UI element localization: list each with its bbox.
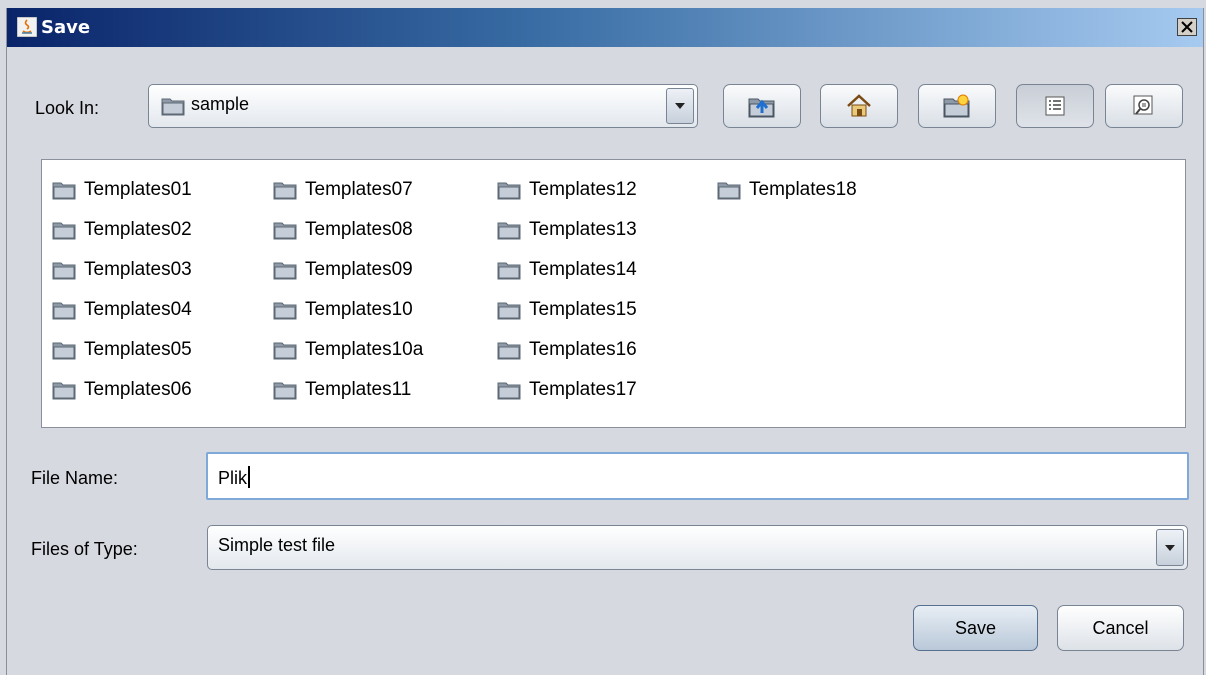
new-folder-icon — [943, 94, 970, 118]
folder-item[interactable]: Templates02 — [52, 210, 192, 250]
folder-item[interactable]: Templates15 — [497, 290, 637, 330]
close-icon — [1181, 21, 1193, 33]
folder-item[interactable]: Templates05 — [52, 330, 192, 370]
folder-item[interactable]: Templates03 — [52, 250, 192, 290]
folder-name: Templates18 — [749, 179, 857, 200]
folder-icon — [273, 302, 297, 320]
look-in-combo[interactable]: sample — [148, 84, 698, 128]
folder-name: Templates09 — [305, 259, 413, 280]
folder-name: Templates10a — [305, 339, 424, 360]
file-name-value: Plik — [218, 468, 248, 488]
folder-icon — [497, 182, 521, 200]
new-folder-button[interactable] — [918, 84, 996, 128]
folder-icon — [717, 182, 741, 200]
file-name-field[interactable]: Plik — [206, 452, 1189, 500]
folder-item[interactable]: Templates10a — [273, 330, 423, 370]
folder-name: Templates04 — [84, 299, 192, 320]
files-of-type-label: Files of Type: — [31, 539, 138, 559]
folder-item[interactable]: Templates12 — [497, 170, 637, 210]
save-dialog: Save Look In: sample Templates01 Templat… — [6, 8, 1204, 675]
folder-icon — [497, 262, 521, 280]
list-view-icon — [1045, 96, 1065, 116]
chevron-down-icon — [1165, 544, 1175, 551]
folder-item[interactable]: Templates08 — [273, 210, 423, 250]
file-name-label: File Name: — [31, 468, 119, 488]
title-bar[interactable]: Save — [7, 8, 1203, 47]
save-button[interactable]: Save — [913, 605, 1038, 651]
folder-name: Templates11 — [305, 379, 412, 400]
folder-item[interactable]: Templates04 — [52, 290, 192, 330]
folder-icon — [52, 222, 76, 240]
folder-icon — [497, 222, 521, 240]
folder-icon — [273, 262, 297, 280]
java-icon — [17, 17, 37, 37]
folder-icon — [273, 182, 297, 200]
folder-icon — [52, 302, 76, 320]
text-caret — [248, 466, 251, 488]
folder-item[interactable]: Templates10 — [273, 290, 423, 330]
cancel-button[interactable]: Cancel — [1057, 605, 1184, 651]
folder-icon — [497, 342, 521, 360]
home-icon — [847, 94, 871, 117]
folder-icon — [52, 182, 76, 200]
folder-name: Templates13 — [529, 219, 637, 240]
folder-icon — [52, 342, 76, 360]
folder-item[interactable]: Templates11 — [273, 370, 423, 410]
folder-item[interactable]: Templates14 — [497, 250, 637, 290]
folder-item[interactable]: Templates01 — [52, 170, 192, 210]
home-button[interactable] — [820, 84, 898, 128]
file-list[interactable]: Templates01 Templates02 Templates03 Temp… — [41, 159, 1186, 428]
files-of-type-dropdown-button[interactable] — [1156, 529, 1184, 566]
folder-name: Templates10 — [305, 299, 413, 320]
folder-name: Templates03 — [84, 259, 192, 280]
look-in-value: sample — [191, 94, 250, 114]
folder-item[interactable]: Templates16 — [497, 330, 637, 370]
close-button[interactable] — [1177, 18, 1197, 36]
folder-icon — [497, 382, 521, 400]
file-list-column: Templates01 Templates02 Templates03 Temp… — [52, 170, 192, 410]
up-folder-icon — [748, 98, 775, 118]
window-title: Save — [41, 17, 91, 38]
list-view-button[interactable] — [1016, 84, 1094, 128]
folder-name: Templates07 — [305, 179, 413, 200]
folder-item[interactable]: Templates18 — [717, 170, 857, 210]
chevron-down-icon — [675, 103, 685, 109]
up-one-level-button[interactable] — [723, 84, 801, 128]
folder-name: Templates16 — [529, 339, 637, 360]
folder-icon — [52, 262, 76, 280]
folder-icon — [273, 382, 297, 400]
folder-item[interactable]: Templates17 — [497, 370, 637, 410]
folder-item[interactable]: Templates07 — [273, 170, 423, 210]
file-list-column: Templates12 Templates13 Templates14 Temp… — [497, 170, 637, 410]
folder-item[interactable]: Templates13 — [497, 210, 637, 250]
file-list-column: Templates07 Templates08 Templates09 Temp… — [273, 170, 423, 410]
folder-name: Templates06 — [84, 379, 192, 400]
folder-name: Templates17 — [529, 379, 637, 400]
folder-name: Templates14 — [529, 259, 637, 280]
folder-icon — [497, 302, 521, 320]
folder-name: Templates15 — [529, 299, 637, 320]
folder-item[interactable]: Templates09 — [273, 250, 423, 290]
look-in-dropdown-button[interactable] — [666, 88, 694, 124]
folder-icon — [52, 382, 76, 400]
folder-item[interactable]: Templates06 — [52, 370, 192, 410]
folder-name: Templates02 — [84, 219, 192, 240]
files-of-type-combo[interactable]: Simple test file — [207, 525, 1188, 570]
folder-name: Templates05 — [84, 339, 192, 360]
folder-icon — [161, 98, 185, 116]
folder-icon — [273, 342, 297, 360]
folder-icon — [273, 222, 297, 240]
look-in-label: Look In: — [35, 98, 100, 118]
folder-name: Templates12 — [529, 179, 637, 200]
file-list-column: Templates18 — [717, 170, 857, 210]
files-of-type-value: Simple test file — [218, 535, 336, 555]
folder-name: Templates08 — [305, 219, 413, 240]
details-view-icon — [1133, 95, 1153, 115]
folder-name: Templates01 — [84, 179, 192, 200]
details-view-button[interactable] — [1105, 84, 1183, 128]
